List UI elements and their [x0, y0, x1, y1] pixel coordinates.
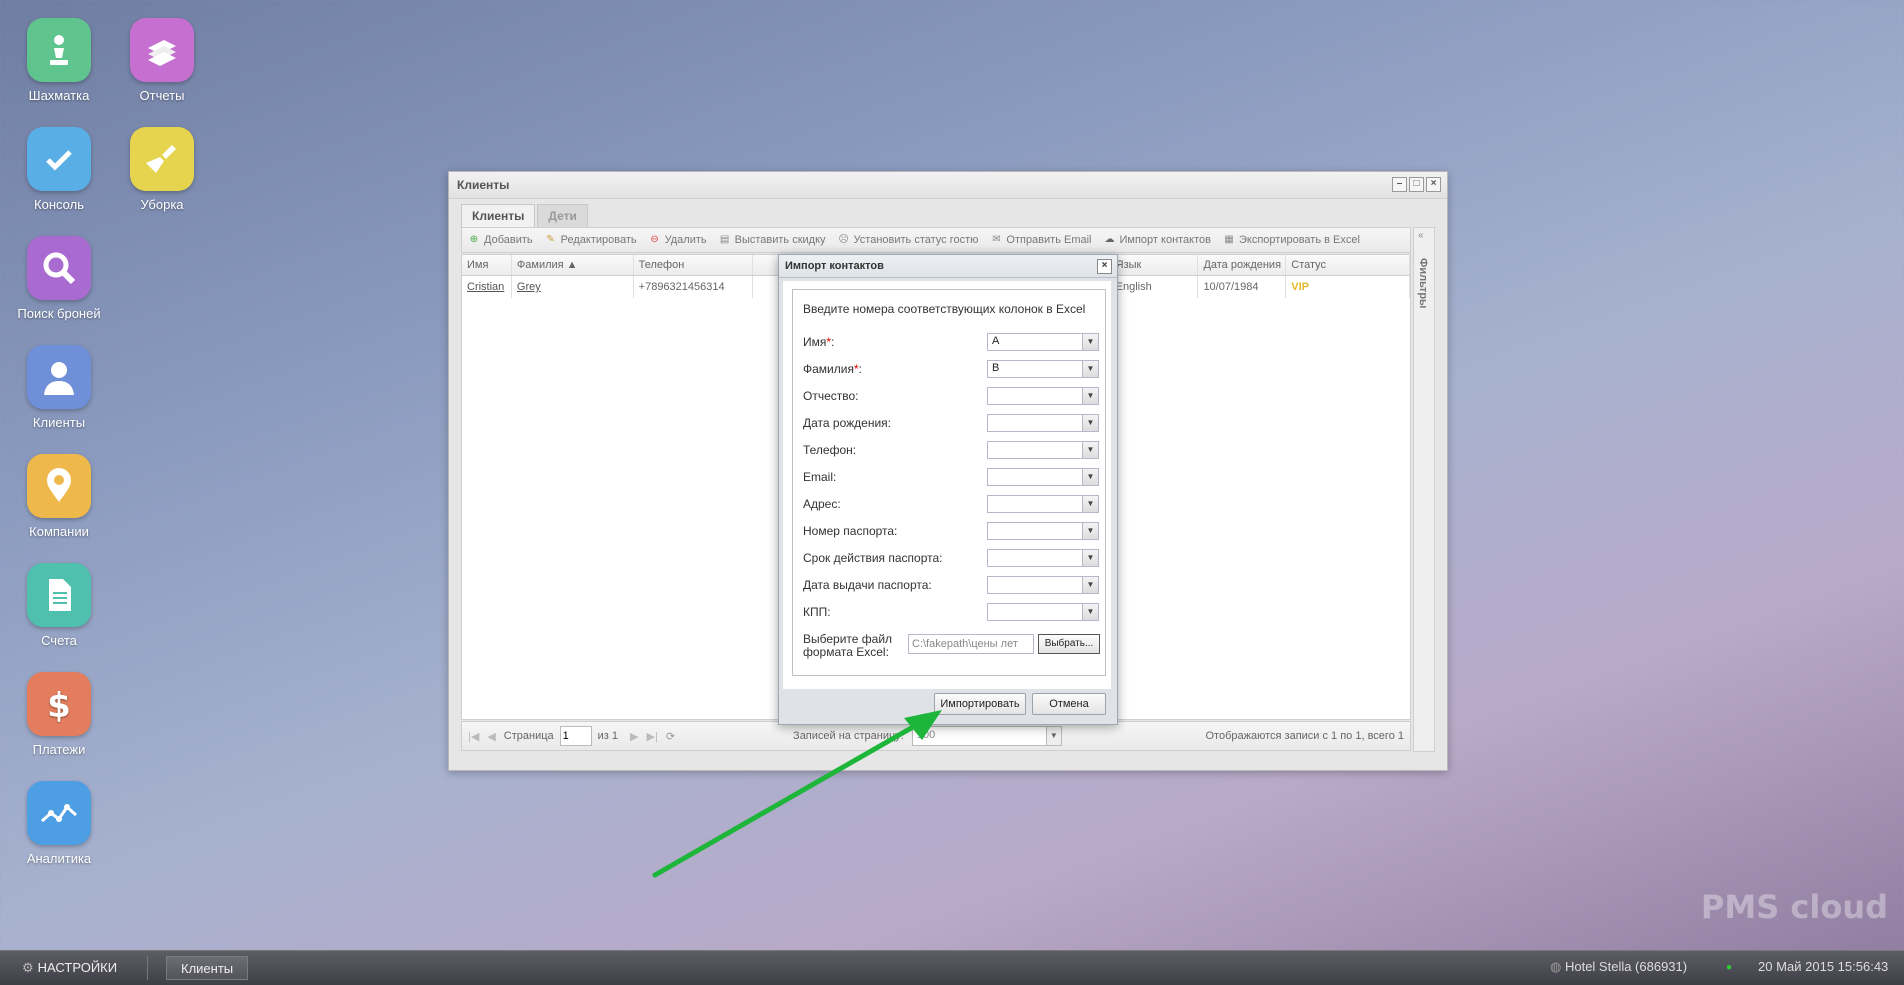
hotel-name: Hotel Stella (686931) — [1564, 959, 1688, 974]
hotel-indicator[interactable]: ◍ Hotel Stella (686931) — [1550, 959, 1687, 975]
globe-icon: ◍ — [1550, 959, 1562, 974]
annotation-arrow — [652, 710, 942, 878]
settings-button[interactable]: ⚙ НАСТРОЙКИ — [8, 956, 148, 980]
settings-label: НАСТРОЙКИ — [37, 960, 118, 975]
gear-icon: ⚙ — [22, 960, 34, 975]
clock: 20 Май 2015 15:56:43 — [1758, 959, 1889, 974]
taskbar: ⚙ НАСТРОЙКИ Клиенты ◍ Hotel Stella (68693… — [0, 950, 1904, 985]
brand-watermark: PMS cloud — [1700, 888, 1888, 926]
taskbar-item-clients[interactable]: Клиенты — [166, 956, 249, 980]
online-status-icon: ● — [1726, 962, 1733, 973]
